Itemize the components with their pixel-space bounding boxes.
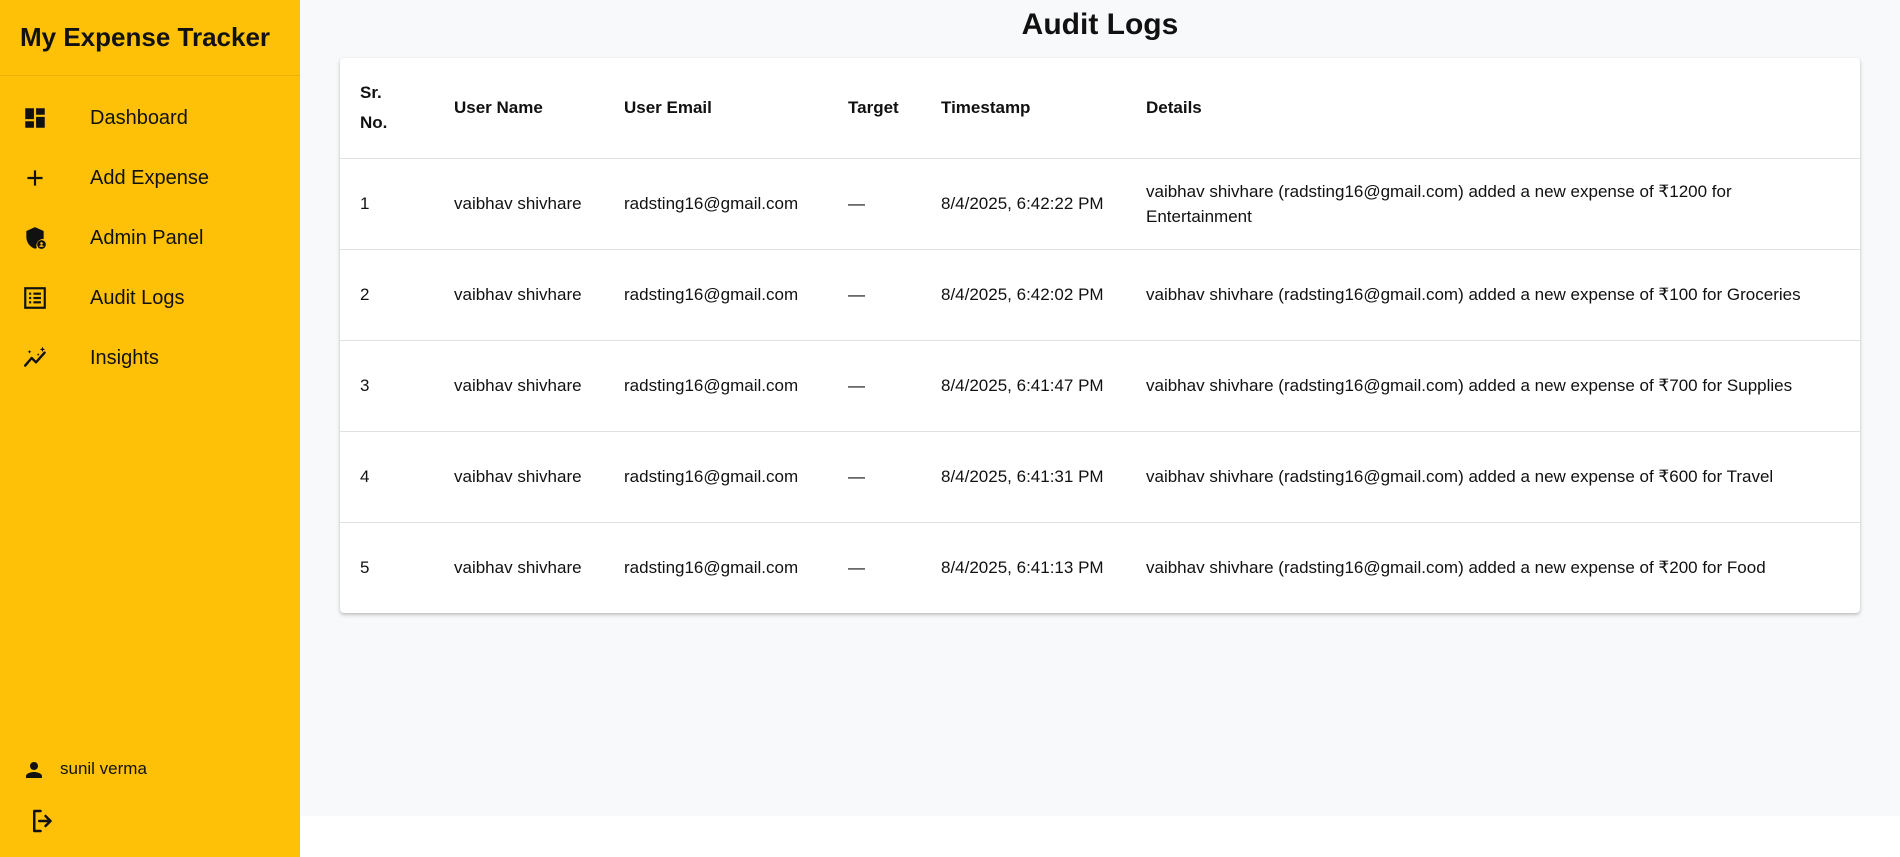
sidebar-item-label: Dashboard	[90, 106, 188, 129]
header-details: Details	[1126, 58, 1860, 159]
logout-button[interactable]	[28, 806, 60, 836]
dashboard-icon	[22, 105, 48, 131]
cell-user-name: vaibhav shivhare	[434, 431, 604, 523]
cell-user-name: vaibhav shivhare	[434, 158, 604, 250]
cell-target: —	[828, 158, 921, 250]
sidebar: My Expense Tracker Dashboard Add Expense…	[0, 0, 300, 857]
header-target: Target	[828, 58, 921, 159]
plus-icon	[22, 165, 48, 191]
cell-target: —	[828, 249, 921, 341]
sidebar-item-label: Insights	[90, 346, 159, 369]
table-row: 1 vaibhav shivhare radsting16@gmail.com …	[340, 158, 1860, 250]
sidebar-item-label: Audit Logs	[90, 286, 185, 309]
sidebar-item-label: Admin Panel	[90, 226, 204, 249]
audit-logs-table: Sr. No. User Name User Email Target Times…	[340, 58, 1860, 613]
sidebar-item-audit-logs[interactable]: Audit Logs	[0, 273, 300, 323]
cell-timestamp: 8/4/2025, 6:41:47 PM	[921, 340, 1126, 432]
cell-user-name: vaibhav shivhare	[434, 340, 604, 432]
sidebar-item-add-expense[interactable]: Add Expense	[0, 153, 300, 203]
cell-timestamp: 8/4/2025, 6:42:02 PM	[921, 249, 1126, 341]
cell-user-email: radsting16@gmail.com	[604, 249, 828, 341]
cell-details: vaibhav shivhare (radsting16@gmail.com) …	[1126, 340, 1860, 432]
cell-user-name: vaibhav shivhare	[454, 558, 582, 578]
cell-details: vaibhav shivhare (radsting16@gmail.com) …	[1146, 558, 1766, 578]
cell-user-email: radsting16@gmail.com	[604, 431, 828, 523]
sidebar-item-label: Add Expense	[90, 166, 209, 189]
audit-logs-card: Sr. No. User Name User Email Target Times…	[340, 58, 1860, 613]
sidebar-item-insights[interactable]: Insights	[0, 333, 300, 383]
page-title: Audit Logs	[1021, 8, 1179, 42]
cell-target: —	[828, 340, 921, 432]
cell-sr-no: 4	[340, 431, 434, 523]
person-icon	[22, 758, 46, 782]
sidebar-item-dashboard[interactable]: Dashboard	[0, 93, 300, 143]
cell-user-email: radsting16@gmail.com	[604, 158, 828, 250]
header-user-email: User Email	[604, 58, 828, 159]
cell-timestamp: 8/4/2025, 6:42:22 PM	[921, 158, 1126, 250]
app-title: My Expense Tracker	[0, 0, 300, 76]
cell-timestamp: 8/4/2025, 6:41:13 PM	[941, 558, 1104, 578]
admin-shield-icon	[22, 225, 48, 251]
cell-details: vaibhav shivhare (radsting16@gmail.com) …	[1126, 249, 1860, 341]
header-timestamp: Timestamp	[921, 58, 1126, 159]
cell-user-email: radsting16@gmail.com	[624, 558, 799, 578]
logout-icon	[28, 806, 60, 836]
cell-user-email: radsting16@gmail.com	[604, 340, 828, 432]
cell-sr-no: 3	[340, 340, 434, 432]
cell-target: —	[848, 558, 865, 578]
cell-details: vaibhav shivhare (radsting16@gmail.com) …	[1126, 158, 1860, 250]
current-user: sunil verma	[0, 752, 300, 786]
table-row: 2 vaibhav shivhare radsting16@gmail.com …	[340, 249, 1860, 341]
table-row: 4 vaibhav shivhare radsting16@gmail.com …	[340, 431, 1860, 523]
cell-sr-no: 2	[340, 249, 434, 341]
cell-target: —	[828, 431, 921, 523]
table-row: 5 vaibhav shivhare radsting16@gmail.com …	[340, 522, 1860, 613]
cell-timestamp: 8/4/2025, 6:41:31 PM	[921, 431, 1126, 523]
cell-details: vaibhav shivhare (radsting16@gmail.com) …	[1126, 431, 1860, 523]
sidebar-item-admin-panel[interactable]: Admin Panel	[0, 213, 300, 263]
list-icon	[22, 285, 48, 311]
cell-sr-no: 5	[360, 558, 370, 578]
header-sr-no: Sr. No.	[340, 58, 434, 159]
insights-icon	[22, 345, 48, 371]
cell-user-name: vaibhav shivhare	[434, 249, 604, 341]
header-user-name: User Name	[434, 58, 604, 159]
main-content: Audit Logs Sr. No. User Name User Email T…	[300, 0, 1900, 816]
cell-sr-no: 1	[340, 158, 434, 250]
user-name: sunil verma	[60, 759, 147, 778]
table-row: 3 vaibhav shivhare radsting16@gmail.com …	[340, 340, 1860, 432]
table-header-row: Sr. No. User Name User Email Target Times…	[340, 58, 1860, 159]
